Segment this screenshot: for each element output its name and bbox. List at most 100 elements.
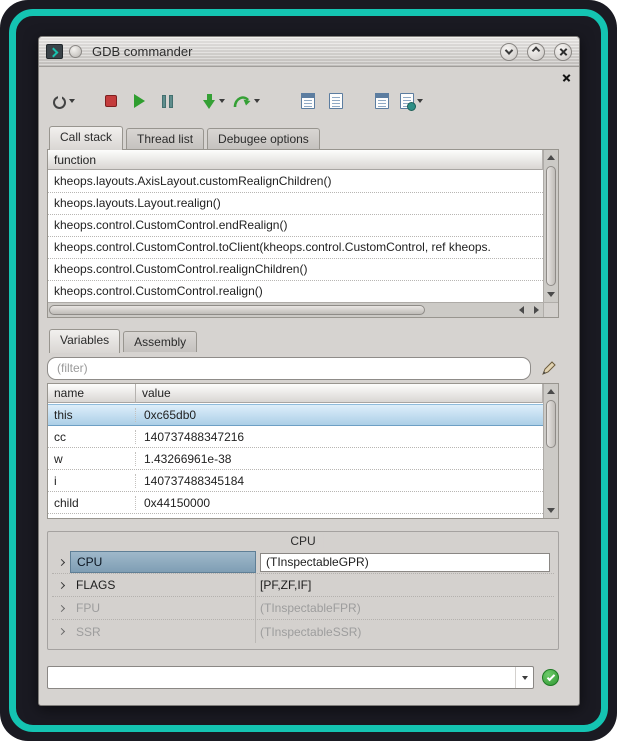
pen-icon <box>541 360 557 376</box>
filter-pen-button[interactable] <box>539 358 559 378</box>
maximize-window-button[interactable] <box>527 43 545 61</box>
variable-row[interactable]: this 0xc65db0 <box>48 404 543 426</box>
titlebar[interactable]: GDB commander <box>39 37 579 67</box>
call-stack-row[interactable]: kheops.control.CustomControl.toClient(kh… <box>48 237 543 259</box>
step-into-button[interactable] <box>201 88 227 114</box>
scrollbar-thumb[interactable] <box>49 305 425 315</box>
variable-name: w <box>48 452 136 466</box>
window-menu-icon[interactable] <box>69 45 82 58</box>
variable-row[interactable]: child 0x44150000 <box>48 492 543 514</box>
cpu-register-row[interactable]: FLAGS [PF,ZF,IF] <box>52 574 554 597</box>
expand-button[interactable] <box>52 606 70 611</box>
variables-filter-input[interactable] <box>47 357 531 380</box>
power-debugging-button[interactable] <box>51 88 77 114</box>
column-header-name[interactable]: name <box>48 384 136 403</box>
register-group-value: (TInspectableSSR) <box>256 625 554 639</box>
power-dropdown-icon[interactable] <box>69 99 75 103</box>
callstack-tabbar: Call stack Thread list Debugee options <box>47 125 559 149</box>
column-header-value[interactable]: value <box>136 384 543 403</box>
continue-button[interactable] <box>127 88 151 114</box>
command-dropdown-button[interactable] <box>515 667 533 688</box>
command-combobox[interactable] <box>47 666 534 689</box>
variable-name: b <box>48 518 136 519</box>
register-value-editbox[interactable]: (TInspectableGPR) <box>260 553 550 572</box>
callstack-vertical-scrollbar[interactable] <box>543 150 558 302</box>
tab-variables[interactable]: Variables <box>49 329 120 353</box>
scroll-up-button[interactable] <box>544 151 557 164</box>
chevron-down-icon <box>522 676 528 680</box>
call-stack-row[interactable]: kheops.control.CustomControl.endRealign(… <box>48 215 543 237</box>
cpu-groupbox-title: CPU <box>282 534 323 548</box>
stop-button[interactable] <box>99 88 123 114</box>
close-window-button[interactable] <box>554 43 572 61</box>
process-list-button[interactable] <box>398 88 425 114</box>
command-input[interactable] <box>48 667 515 688</box>
scrollbar-thumb[interactable] <box>546 166 556 286</box>
variable-name: i <box>48 474 136 488</box>
check-icon <box>546 672 554 680</box>
call-stack-row[interactable]: kheops.layouts.AxisLayout.customRealignC… <box>48 171 543 193</box>
chevron-down-icon <box>505 46 513 54</box>
callstack-column-header-function[interactable]: function <box>48 150 543 170</box>
step-over-button[interactable] <box>231 88 262 114</box>
chevron-right-icon <box>57 581 64 588</box>
scroll-left-button[interactable] <box>515 303 528 316</box>
variables-tabbar: Variables Assembly <box>47 328 559 352</box>
variable-value: 1.43266961e-38 <box>136 518 543 519</box>
pause-button[interactable] <box>155 88 179 114</box>
variable-value: 140737488347216 <box>136 430 543 444</box>
call-stack-row[interactable]: kheops.layouts.Layout.realign() <box>48 193 543 215</box>
power-icon <box>53 96 66 109</box>
cpu-register-row[interactable]: FPU (TInspectableFPR) <box>52 597 554 620</box>
tab-debugee-options[interactable]: Debugee options <box>207 128 320 149</box>
arrow-up-icon <box>547 389 555 394</box>
call-stack-rows: kheops.layouts.AxisLayout.customRealignC… <box>48 171 543 302</box>
call-stack-row[interactable]: kheops.control.CustomControl.realign() <box>48 281 543 302</box>
chevron-right-icon <box>57 628 64 635</box>
cpu-register-row[interactable]: SSR (TInspectableSSR) <box>52 620 554 643</box>
scroll-up-button[interactable] <box>544 385 557 398</box>
cpu-register-row[interactable]: CPU (TInspectableGPR) <box>52 551 554 574</box>
call-stack-row[interactable]: kheops.control.CustomControl.realignChil… <box>48 259 543 281</box>
window-title: GDB commander <box>92 44 491 59</box>
call-stack-panel: function kheops.layouts.AxisLayout.custo… <box>47 149 559 318</box>
arrow-down-icon <box>547 292 555 297</box>
tab-assembly[interactable]: Assembly <box>123 331 197 352</box>
dock-close-button[interactable] <box>559 70 573 84</box>
register-group-name[interactable]: FLAGS <box>70 574 256 596</box>
variables-header: name value <box>48 384 543 403</box>
step-over-dropdown-icon[interactable] <box>254 99 260 103</box>
scroll-right-button[interactable] <box>530 303 543 316</box>
scroll-down-button[interactable] <box>544 288 557 301</box>
expand-button[interactable] <box>52 583 70 588</box>
variable-name: cc <box>48 430 136 444</box>
shade-window-button[interactable] <box>500 43 518 61</box>
memory-doc-icon <box>375 93 389 109</box>
show-output-button[interactable] <box>296 88 320 114</box>
variable-value: 0xc65db0 <box>136 408 543 422</box>
variable-row[interactable]: cc 140737488347216 <box>48 426 543 448</box>
tab-thread-list[interactable]: Thread list <box>126 128 204 149</box>
register-group-name[interactable]: SSR <box>70 620 256 643</box>
scroll-down-button[interactable] <box>544 504 557 517</box>
variables-vertical-scrollbar[interactable] <box>543 384 558 518</box>
show-list-button[interactable] <box>324 88 348 114</box>
client-area: Call stack Thread list Debugee options f… <box>39 67 579 706</box>
variable-row[interactable]: b 1.43266961e-38 <box>48 514 543 518</box>
callstack-horizontal-scrollbar[interactable] <box>48 302 543 317</box>
process-dropdown-icon[interactable] <box>417 99 423 103</box>
register-group-name[interactable]: FPU <box>70 597 256 619</box>
expand-button[interactable] <box>52 629 70 634</box>
variables-rows: this 0xc65db0 cc 140737488347216 w 1.432… <box>48 404 543 518</box>
variable-row[interactable]: i 140737488345184 <box>48 470 543 492</box>
send-command-button[interactable] <box>542 669 559 686</box>
register-group-name[interactable]: CPU <box>70 551 256 573</box>
expand-button[interactable] <box>52 560 70 565</box>
scrollbar-thumb[interactable] <box>546 400 556 448</box>
register-group-value: (TInspectableGPR) <box>256 553 554 572</box>
show-memory-button[interactable] <box>370 88 394 114</box>
step-into-dropdown-icon[interactable] <box>219 99 225 103</box>
tab-call-stack[interactable]: Call stack <box>49 126 123 150</box>
arrow-left-icon <box>519 306 524 314</box>
variable-row[interactable]: w 1.43266961e-38 <box>48 448 543 470</box>
